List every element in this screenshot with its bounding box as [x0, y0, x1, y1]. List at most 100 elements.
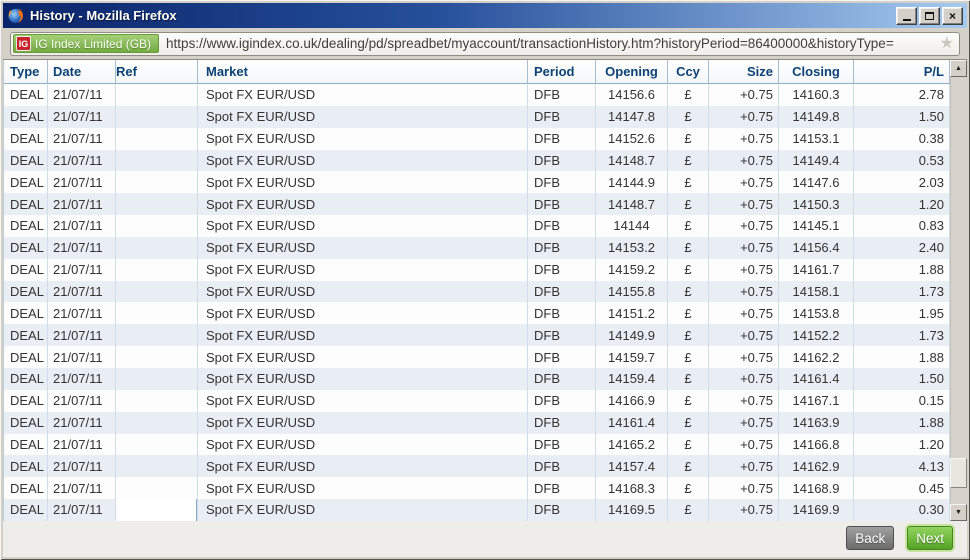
- cell-period: DFB: [528, 455, 596, 477]
- minimize-button[interactable]: [896, 7, 917, 25]
- cell-market: Spot FX EUR/USD: [198, 346, 528, 368]
- cell-closing: 14153.8: [779, 302, 854, 324]
- cell-ref: [116, 434, 198, 456]
- bookmark-star-icon[interactable]: ★: [940, 36, 954, 52]
- back-button[interactable]: Back: [846, 526, 894, 550]
- cell-period: DFB: [528, 302, 596, 324]
- cell-ref: [116, 455, 198, 477]
- scrollbar-track[interactable]: [950, 77, 967, 504]
- header-closing: Closing: [779, 60, 854, 84]
- cell-closing: 14158.1: [779, 281, 854, 303]
- cell-pl: 1.88: [854, 346, 950, 368]
- cell-pl: 0.83: [854, 215, 950, 237]
- cell-market: Spot FX EUR/USD: [198, 281, 528, 303]
- cell-period: DFB: [528, 390, 596, 412]
- cell-type: DEAL: [4, 455, 48, 477]
- cell-ccy: £: [668, 237, 709, 259]
- cell-period: DFB: [528, 434, 596, 456]
- cell-pl: 0.30: [854, 499, 950, 521]
- scroll-down-button[interactable]: ▼: [950, 504, 967, 521]
- cell-opening: 14159.4: [596, 368, 668, 390]
- cell-type: DEAL: [4, 106, 48, 128]
- title-bar[interactable]: History - Mozilla Firefox ×: [3, 3, 967, 28]
- url-text[interactable]: https://www.igindex.co.uk/dealing/pd/spr…: [166, 36, 936, 51]
- table-header-row: Type Date Ref Market Period Opening Ccy …: [4, 60, 950, 84]
- table-row: DEAL 21/07/11 Spot FX EUR/USD DFB 14148.…: [4, 193, 950, 215]
- cell-closing: 14149.4: [779, 150, 854, 172]
- cell-ref: [116, 390, 198, 412]
- cell-date: 21/07/11: [48, 215, 116, 237]
- cell-type: DEAL: [4, 302, 48, 324]
- table-row: DEAL 21/07/11 Spot FX EUR/USD DFB 14161.…: [4, 412, 950, 434]
- cell-pl: 2.78: [854, 84, 950, 106]
- cell-pl: 2.03: [854, 171, 950, 193]
- table-row: DEAL 21/07/11 Spot FX EUR/USD DFB 14159.…: [4, 368, 950, 390]
- table-row: DEAL 21/07/11 Spot FX EUR/USD DFB 14166.…: [4, 390, 950, 412]
- cell-ref: [116, 237, 198, 259]
- cell-type: DEAL: [4, 171, 48, 193]
- cell-market: Spot FX EUR/USD: [198, 368, 528, 390]
- cell-ccy: £: [668, 281, 709, 303]
- cell-size: +0.75: [709, 434, 779, 456]
- cell-ref: [116, 215, 198, 237]
- table-grid: Type Date Ref Market Period Opening Ccy …: [3, 60, 950, 521]
- site-identity-badge[interactable]: IG IG Index Limited (GB): [13, 34, 159, 53]
- header-opening: Opening: [596, 60, 668, 84]
- table-row: DEAL 21/07/11 Spot FX EUR/USD DFB 14148.…: [4, 150, 950, 172]
- identity-label: IG Index Limited (GB): [35, 37, 151, 51]
- cell-pl: 1.20: [854, 434, 950, 456]
- url-bar[interactable]: IG IG Index Limited (GB) https://www.igi…: [10, 32, 960, 56]
- next-button[interactable]: Next: [907, 526, 953, 550]
- pagination-footer: Back Next: [3, 521, 967, 557]
- cell-type: DEAL: [4, 215, 48, 237]
- cell-size: +0.75: [709, 84, 779, 106]
- cell-size: +0.75: [709, 324, 779, 346]
- cell-ref: [116, 281, 198, 303]
- minimize-icon: [903, 19, 911, 21]
- cell-closing: 14162.2: [779, 346, 854, 368]
- cell-pl: 0.45: [854, 477, 950, 499]
- table-row: DEAL 21/07/11 Spot FX EUR/USD DFB 14144 …: [4, 215, 950, 237]
- cell-market: Spot FX EUR/USD: [198, 84, 528, 106]
- cell-period: DFB: [528, 368, 596, 390]
- cell-closing: 14150.3: [779, 193, 854, 215]
- vertical-scrollbar[interactable]: ▲ ▼: [950, 60, 967, 521]
- cell-opening: 14153.2: [596, 237, 668, 259]
- cell-type: DEAL: [4, 499, 48, 521]
- cell-ccy: £: [668, 390, 709, 412]
- table-row: DEAL 21/07/11 Spot FX EUR/USD DFB 14169.…: [4, 499, 950, 521]
- cell-ccy: £: [668, 302, 709, 324]
- cell-size: +0.75: [709, 412, 779, 434]
- table-body: DEAL 21/07/11 Spot FX EUR/USD DFB 14156.…: [4, 84, 950, 521]
- cell-opening: 14165.2: [596, 434, 668, 456]
- close-button[interactable]: ×: [942, 7, 963, 25]
- table-row: DEAL 21/07/11 Spot FX EUR/USD DFB 14165.…: [4, 434, 950, 456]
- cell-type: DEAL: [4, 150, 48, 172]
- cell-opening: 14151.2: [596, 302, 668, 324]
- cell-period: DFB: [528, 499, 596, 521]
- cell-ccy: £: [668, 499, 709, 521]
- maximize-button[interactable]: [919, 7, 940, 25]
- cell-ccy: £: [668, 128, 709, 150]
- cell-closing: 14168.9: [779, 477, 854, 499]
- cell-market: Spot FX EUR/USD: [198, 171, 528, 193]
- cell-period: DFB: [528, 215, 596, 237]
- table-row: DEAL 21/07/11 Spot FX EUR/USD DFB 14149.…: [4, 324, 950, 346]
- cell-closing: 14169.9: [779, 499, 854, 521]
- scroll-up-button[interactable]: ▲: [950, 60, 967, 77]
- table-row: DEAL 21/07/11 Spot FX EUR/USD DFB 14152.…: [4, 128, 950, 150]
- cell-ccy: £: [668, 150, 709, 172]
- history-table: Type Date Ref Market Period Opening Ccy …: [3, 60, 967, 521]
- scrollbar-thumb[interactable]: [950, 458, 967, 488]
- header-ref: Ref: [116, 60, 198, 84]
- cell-type: DEAL: [4, 346, 48, 368]
- cell-ref: [116, 346, 198, 368]
- cell-type: DEAL: [4, 368, 48, 390]
- cell-date: 21/07/11: [48, 499, 116, 521]
- cell-closing: 14161.7: [779, 259, 854, 281]
- cell-pl: 1.73: [854, 324, 950, 346]
- browser-window: History - Mozilla Firefox × IG IG Index …: [0, 0, 970, 560]
- site-favicon-ig: IG: [16, 36, 31, 51]
- cell-ccy: £: [668, 259, 709, 281]
- cell-pl: 0.15: [854, 390, 950, 412]
